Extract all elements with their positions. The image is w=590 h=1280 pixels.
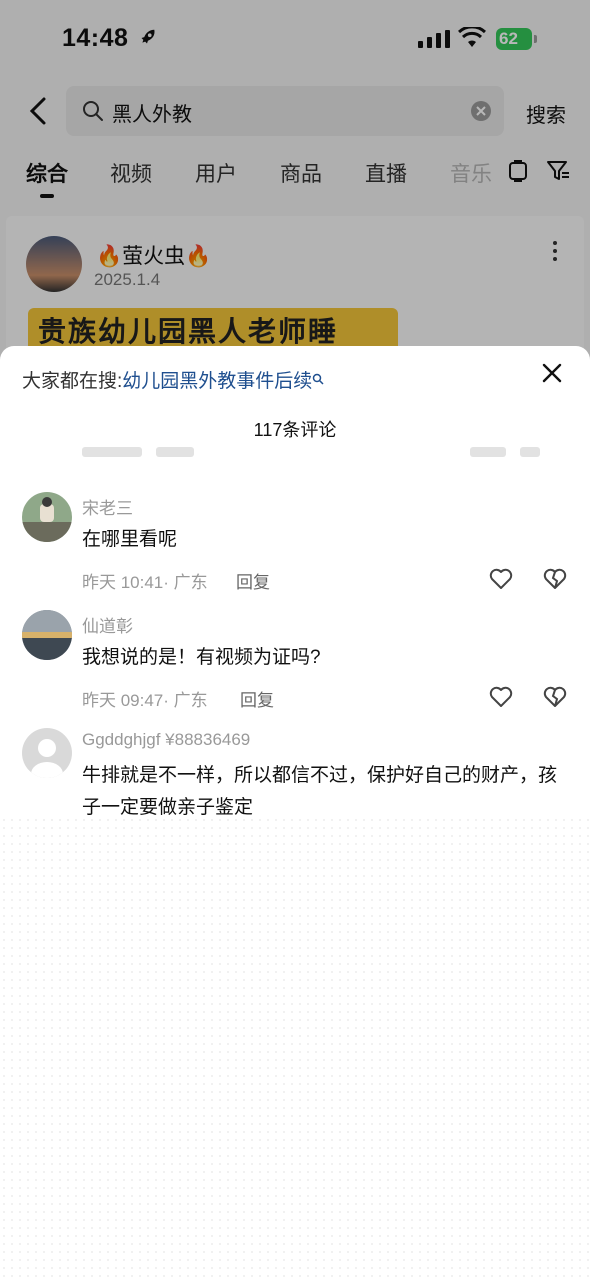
comment-count: 117条评论 [253,420,337,440]
close-icon[interactable] [541,362,563,384]
default-avatar-icon[interactable] [22,728,72,778]
reply-button[interactable]: 回复 [236,568,270,593]
comment-text: 在哪里看呢 [82,529,178,550]
comments-sheet: 大家都在搜:幼儿园黑外教事件后续 117条评论 宋老三 在哪里看呢 昨天 10:… [0,346,590,1280]
comment-text: 牛排就是不一样，所以都信不过，保护好自己的财产，孩子一定要做亲子鉴定 [82,765,558,818]
comment-item: 宋老三 在哪里看呢 昨天 10:41· 广东 回复 [0,492,590,602]
commenter-avatar[interactable] [22,610,72,660]
suggested-search: 大家都在搜:幼儿园黑外教事件后续 [22,366,324,393]
commenter-name[interactable]: 宋老三 [82,494,133,519]
heart-icon[interactable] [489,686,513,708]
heart-icon[interactable] [489,568,513,590]
comment-item: 仙道彰 我想说的是！有视频为证吗? 昨天 09:47· 广东 回复 [0,610,590,720]
comment-meta: 昨天 09:47· 广东 [82,691,208,710]
broken-heart-icon[interactable] [543,686,567,708]
reply-button[interactable]: 回复 [240,686,274,711]
comment-meta: 昨天 10:41· 广东 [82,573,208,592]
broken-heart-icon[interactable] [543,568,567,590]
search-icon [313,373,324,385]
suggested-search-link[interactable]: 幼儿园黑外教事件后续 [122,371,312,392]
commenter-name[interactable]: 仙道彰 [82,612,133,637]
comment-text: 我想说的是！有视频为证吗? [82,647,321,668]
suggested-search-prefix: 大家都在搜: [22,371,123,392]
commenter-name[interactable]: Ggddghjgf ¥88836469 [82,730,250,750]
loading-placeholder-area [0,816,590,1280]
commenter-avatar[interactable] [22,492,72,542]
clipped-comment-row [82,444,582,458]
